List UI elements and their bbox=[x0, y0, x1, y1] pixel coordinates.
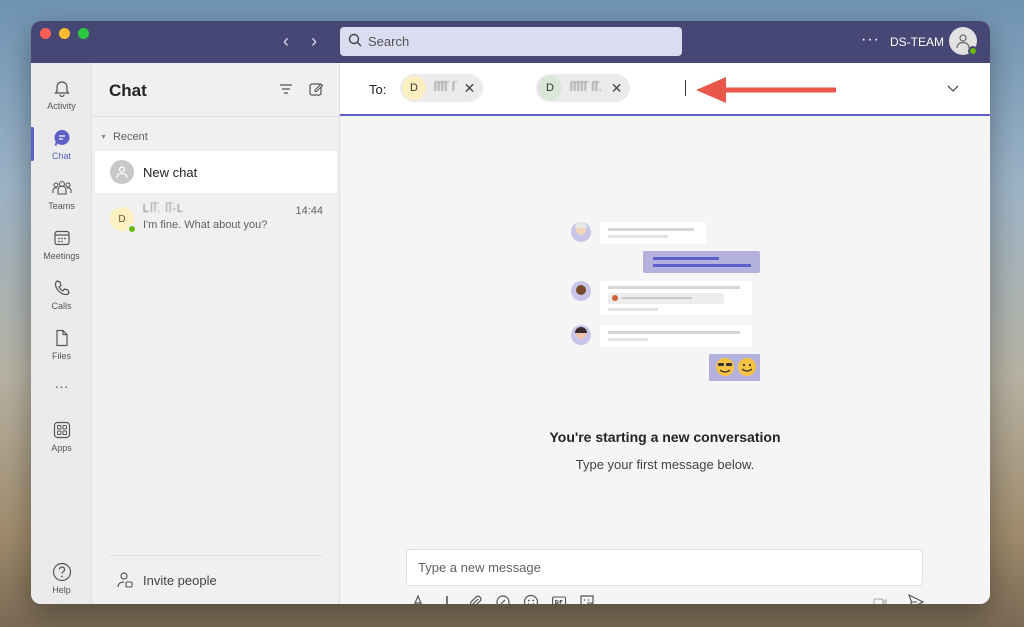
conversation-preview: I'm fine. What about you? bbox=[143, 219, 268, 231]
search-placeholder: Search bbox=[368, 34, 410, 49]
search-icon bbox=[348, 33, 362, 50]
invite-people-button[interactable]: Invite people bbox=[116, 571, 217, 589]
remove-recipient-icon[interactable]: ✕ bbox=[611, 80, 623, 97]
empty-state-heading: You're starting a new conversation bbox=[549, 429, 781, 445]
teams-icon bbox=[51, 178, 72, 198]
apps-icon bbox=[52, 420, 72, 440]
message-composer[interactable] bbox=[406, 549, 923, 586]
send-icon[interactable] bbox=[906, 592, 926, 604]
more-apps-icon: ··· bbox=[54, 378, 69, 394]
rail-item-meetings[interactable]: Meetings bbox=[31, 221, 92, 267]
sticker-icon[interactable] bbox=[577, 592, 597, 604]
rail-label: Teams bbox=[48, 200, 75, 211]
rail-label: Activity bbox=[47, 100, 76, 111]
search-bar[interactable]: Search bbox=[340, 27, 682, 56]
file-icon bbox=[52, 328, 72, 348]
rail-item-chat[interactable]: Chat bbox=[31, 121, 92, 167]
recipient-chip[interactable]: D ᥬᥬᥬᥬ ᥬ ✕ bbox=[400, 74, 484, 102]
composer-toolbar bbox=[409, 592, 597, 604]
new-chat-avatar bbox=[110, 160, 134, 184]
rail-item-more[interactable]: ··· bbox=[31, 363, 92, 409]
format-icon[interactable] bbox=[409, 592, 429, 604]
rail-label: Help bbox=[52, 584, 71, 595]
minimize-window-button[interactable] bbox=[59, 28, 70, 39]
rail-item-files[interactable]: Files bbox=[31, 321, 92, 367]
chat-list-title: Chat bbox=[109, 81, 147, 100]
divider bbox=[110, 555, 322, 556]
filter-icon[interactable] bbox=[278, 81, 296, 99]
recipient-chip[interactable]: D ᥬᥬᥬᥬᥬ ᥬᥬ. ✕ bbox=[536, 74, 631, 102]
invite-person-icon bbox=[117, 572, 133, 588]
bell-icon bbox=[52, 78, 72, 98]
rail-item-activity[interactable]: Activity bbox=[31, 71, 92, 117]
recent-label: Recent bbox=[112, 131, 148, 143]
remove-recipient-icon[interactable]: ✕ bbox=[464, 80, 476, 97]
close-window-button[interactable] bbox=[40, 28, 51, 39]
compose-icon[interactable] bbox=[308, 81, 326, 99]
gif-icon[interactable] bbox=[549, 592, 569, 604]
loop-icon[interactable] bbox=[493, 592, 513, 604]
conversation-avatar: D bbox=[110, 207, 137, 234]
empty-state-subheading: Type your first message below. bbox=[575, 457, 755, 472]
invite-people-label: Invite people bbox=[143, 572, 217, 588]
zoom-window-button[interactable] bbox=[78, 28, 89, 39]
recipient-name: ᥬᥬᥬᥬ ᥬ bbox=[434, 81, 456, 94]
collapse-triangle-icon: ▼ bbox=[100, 133, 107, 141]
rail-label: Apps bbox=[51, 442, 72, 453]
phone-icon bbox=[52, 278, 72, 298]
app-rail: Activity Chat Teams Meetings Calls Files… bbox=[31, 63, 92, 604]
chat-icon bbox=[52, 128, 72, 148]
conversation-text: Ꮮᥬᥬ. ᥬᥬ-Ꮮ I'm fine. What about you? bbox=[143, 203, 267, 241]
org-name[interactable]: DS-TEAM bbox=[890, 35, 944, 49]
forward-arrow-icon[interactable]: › bbox=[307, 31, 321, 52]
rail-label: Calls bbox=[51, 300, 72, 311]
recipient-avatar: D bbox=[538, 76, 562, 100]
recent-section-header[interactable]: ▼ Recent bbox=[100, 131, 148, 143]
title-bar: ‹ › Search ··· DS-TEAM bbox=[31, 21, 990, 63]
text-caret bbox=[685, 80, 686, 96]
calendar-icon bbox=[52, 228, 72, 248]
chat-main-pane: To: D ᥬᥬᥬᥬ ᥬ ✕ D ᥬᥬᥬᥬᥬ ᥬᥬ. ✕ You're star… bbox=[340, 63, 990, 604]
window-controls bbox=[40, 28, 89, 39]
person-icon bbox=[116, 166, 128, 179]
divider bbox=[92, 116, 340, 117]
presence-badge bbox=[127, 224, 137, 234]
conversation-time: 14:44 bbox=[295, 205, 323, 217]
recipient-name: ᥬᥬᥬᥬᥬ ᥬᥬ. bbox=[570, 81, 603, 94]
back-arrow-icon[interactable]: ‹ bbox=[279, 31, 293, 52]
profile-avatar[interactable] bbox=[949, 27, 978, 56]
avatar-initial: D bbox=[118, 213, 126, 225]
help-icon bbox=[52, 562, 72, 582]
conversation-name: Ꮮᥬᥬ. ᥬᥬ-Ꮮ bbox=[143, 203, 185, 215]
history-nav: ‹ › bbox=[279, 31, 321, 52]
teams-window: ‹ › Search ··· DS-TEAM Activity Chat Tea… bbox=[31, 21, 990, 604]
message-input[interactable] bbox=[418, 560, 911, 575]
rail-label: Meetings bbox=[43, 250, 80, 261]
attach-icon[interactable] bbox=[465, 592, 485, 604]
rail-item-teams[interactable]: Teams bbox=[31, 171, 92, 217]
rail-item-apps[interactable]: Apps bbox=[31, 413, 92, 459]
new-conversation-illustration bbox=[571, 222, 760, 381]
chat-list-pane: Chat ▼ Recent New chat D Ꮮᥬᥬ. ᥬᥬ-Ꮮ I'm f… bbox=[92, 63, 340, 604]
rail-label: Chat bbox=[51, 150, 71, 161]
presence-badge bbox=[968, 46, 978, 56]
meet-now-icon[interactable] bbox=[870, 592, 890, 604]
to-label: To: bbox=[369, 82, 387, 97]
rail-item-calls[interactable]: Calls bbox=[31, 271, 92, 317]
rail-item-help[interactable]: Help bbox=[31, 555, 92, 601]
annotation-arrow-icon bbox=[696, 77, 836, 103]
emoji-icon[interactable] bbox=[521, 592, 541, 604]
conversation-item[interactable]: D Ꮮᥬᥬ. ᥬᥬ-Ꮮ I'm fine. What about you? 14… bbox=[95, 197, 337, 241]
send-toolbar bbox=[870, 592, 926, 604]
more-options-button[interactable]: ··· bbox=[861, 31, 880, 49]
new-chat-item[interactable]: New chat bbox=[95, 151, 337, 193]
important-icon[interactable] bbox=[437, 592, 457, 604]
chevron-down-icon[interactable] bbox=[946, 81, 960, 95]
recipient-bar[interactable]: To: D ᥬᥬᥬᥬ ᥬ ✕ D ᥬᥬᥬᥬᥬ ᥬᥬ. ✕ bbox=[340, 63, 990, 116]
recipient-avatar: D bbox=[402, 76, 426, 100]
rail-label: Files bbox=[51, 350, 71, 361]
new-chat-label: New chat bbox=[143, 164, 198, 180]
